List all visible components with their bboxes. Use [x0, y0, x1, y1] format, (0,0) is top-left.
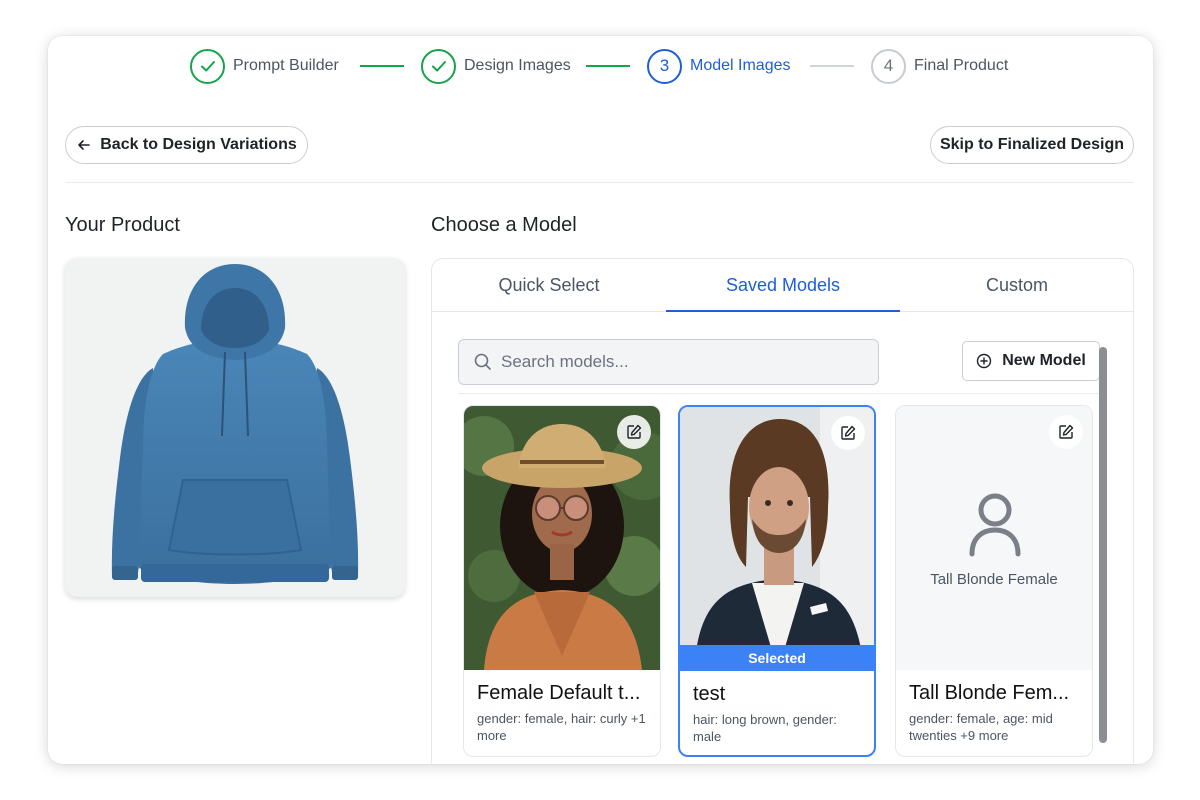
tab-quick-select[interactable]: Quick Select — [432, 259, 666, 312]
model-name: test — [693, 683, 726, 705]
model-meta: hair: long brown, gender: male — [693, 712, 837, 744]
edit-button[interactable] — [1049, 415, 1083, 449]
model-meta: gender: female, age: mid twenties +9 mor… — [909, 711, 1053, 743]
back-button-label: Back to Design Variations — [100, 136, 297, 153]
model-card[interactable]: Female Default t... gender: female, hair… — [463, 405, 661, 757]
arrow-left-icon — [78, 140, 91, 150]
plus-circle-icon — [977, 353, 992, 369]
back-button[interactable]: Back to Design Variations — [65, 126, 308, 164]
model-tabs: Quick Select Saved Models Custom — [432, 259, 1133, 312]
model-meta: gender: female, hair: curly +1 more — [477, 711, 646, 743]
step-prompt-builder[interactable]: Prompt Builder — [190, 48, 339, 84]
edit-icon — [627, 424, 642, 439]
check-icon — [421, 48, 456, 84]
step-number: 4 — [871, 48, 906, 84]
tab-custom[interactable]: Custom — [900, 259, 1133, 312]
new-model-label: New Model — [1002, 352, 1086, 369]
placeholder-label: Tall Blonde Female — [930, 571, 1058, 588]
edit-icon — [841, 425, 856, 440]
model-name: Tall Blonde Fem... — [909, 682, 1070, 704]
toolbar-divider — [458, 393, 1099, 394]
step-label: Prompt Builder — [233, 57, 339, 74]
search-input[interactable]: Search models... — [458, 339, 879, 385]
step-final-product[interactable]: 4 Final Product — [871, 48, 1008, 84]
hoodie-image — [111, 264, 359, 584]
scrollbar[interactable] — [1099, 347, 1107, 743]
edit-button[interactable] — [617, 415, 651, 449]
new-model-button[interactable]: New Model — [962, 341, 1100, 381]
step-label: Model Images — [690, 57, 791, 74]
search-placeholder: Search models... — [501, 352, 629, 371]
product-title: Your Product — [65, 214, 180, 236]
edit-icon — [1059, 424, 1074, 439]
step-connector — [360, 65, 404, 67]
models-title: Choose a Model — [431, 214, 577, 236]
model-name: Female Default t... — [477, 682, 641, 704]
step-connector — [586, 65, 630, 67]
product-image — [65, 258, 405, 597]
check-icon — [190, 48, 225, 84]
model-panel: Quick Select Saved Models Custom Search … — [431, 258, 1134, 764]
step-label: Design Images — [464, 57, 571, 74]
tab-saved-models[interactable]: Saved Models — [666, 259, 900, 312]
step-design-images[interactable]: Design Images — [421, 48, 571, 84]
selected-badge: Selected — [680, 645, 874, 671]
active-tab-indicator — [666, 310, 900, 312]
model-card[interactable]: Tall Blonde Female Tall Blonde Fem... ge… — [895, 405, 1093, 757]
progress-stepper: Prompt Builder Design Images 3 Model Ima… — [48, 48, 1153, 84]
model-card[interactable]: Selected test hair: long brown, gender: … — [678, 405, 876, 757]
edit-button[interactable] — [831, 416, 865, 450]
step-model-images[interactable]: 3 Model Images — [647, 48, 791, 84]
skip-button-label: Skip to Finalized Design — [939, 136, 1125, 153]
header-divider — [65, 182, 1134, 183]
search-icon — [474, 353, 491, 370]
step-connector — [810, 65, 854, 67]
step-number: 3 — [647, 48, 682, 84]
skip-button[interactable]: Skip to Finalized Design — [930, 126, 1134, 164]
app-card: Prompt Builder Design Images 3 Model Ima… — [48, 36, 1153, 764]
step-label: Final Product — [914, 57, 1009, 74]
